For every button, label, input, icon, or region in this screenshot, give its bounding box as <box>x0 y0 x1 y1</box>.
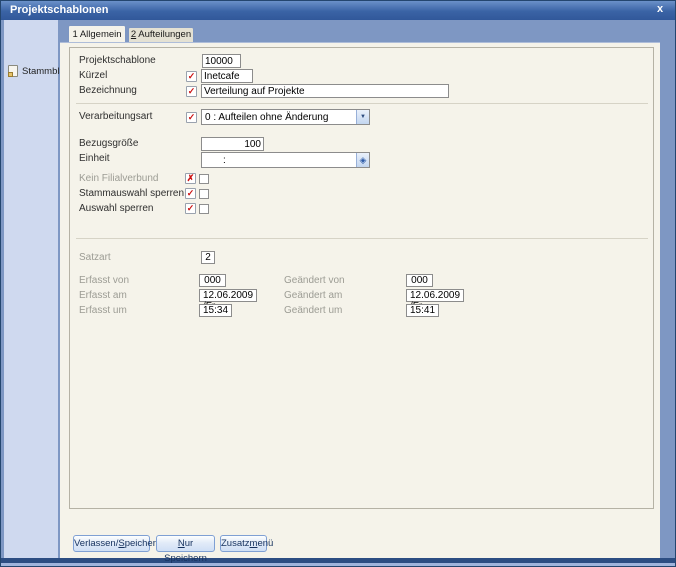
bezugsgroesse-input[interactable] <box>201 137 264 151</box>
nur-speichern-button[interactable]: Nur Speichern <box>156 535 215 564</box>
zusatzmenue-button[interactable]: Zusatzmenü <box>220 535 273 552</box>
bezeichnung-input[interactable] <box>201 84 449 98</box>
verarbeitungsart-label: Verarbeitungsart <box>79 111 153 122</box>
geaendert-am-label: Geändert am <box>284 290 343 301</box>
separator <box>76 103 648 104</box>
bezugsgroesse-label: Bezugsgröße <box>79 138 139 149</box>
titlebar[interactable]: Projektschablonen x <box>1 1 675 20</box>
projektschablone-label: Projektschablone <box>79 55 156 66</box>
einheit-value: : <box>223 155 226 166</box>
geaendert-von-value: 000 <box>406 274 433 287</box>
bottom-frame-highlight <box>1 563 675 566</box>
kuerzel-label: Kürzel <box>79 70 108 81</box>
kuerzel-edit-check-icon[interactable]: ✓ <box>186 71 197 82</box>
chevron-down-icon: ▼ <box>360 114 366 120</box>
projektschablone-input[interactable] <box>202 54 241 68</box>
erfasst-am-label: Erfasst am <box>79 290 127 301</box>
geaendert-am-value: 12.06.2009 /Fr <box>406 289 464 312</box>
geaendert-von-label: Geändert von <box>284 275 345 286</box>
tab-aufteilungen[interactable]: 2 Aufteilungen <box>128 27 194 42</box>
auswahl-sperren-label: Auswahl sperren <box>79 203 154 214</box>
lookup-diamond-icon: ◈ <box>359 155 367 165</box>
geaendert-um-label: Geändert um <box>284 305 343 316</box>
kein-filialverbund-edit-cross-icon[interactable]: ✗ <box>185 173 196 184</box>
erfasst-von-label: Erfasst von <box>79 275 130 286</box>
verarbeitungsart-value: 0 : Aufteilen ohne Änderung <box>205 112 329 123</box>
verarbeitungsart-select[interactable]: 0 : Aufteilen ohne Änderung ▼ <box>201 109 370 125</box>
einheit-lookup-button[interactable]: ◈ <box>356 153 369 167</box>
kein-filialverbund-label: Kein Filialverbund <box>79 173 159 184</box>
bezeichnung-edit-check-icon[interactable]: ✓ <box>186 86 197 97</box>
stammblatt-document-icon <box>8 65 18 77</box>
erfasst-am-value: 12.06.2009 /Fr <box>199 289 257 312</box>
stammauswahl-sperren-edit-check-icon[interactable]: ✓ <box>185 188 196 199</box>
erfasst-um-label: Erfasst um <box>79 305 127 316</box>
auswahl-sperren-edit-check-icon[interactable]: ✓ <box>185 203 196 214</box>
kein-filialverbund-checkbox[interactable] <box>199 174 209 184</box>
auswahl-sperren-checkbox[interactable] <box>199 204 209 214</box>
geaendert-um-value: 15:41 <box>406 304 439 317</box>
verarbeitungsart-dropdown-button[interactable]: ▼ <box>356 110 369 124</box>
erfasst-von-value: 000 <box>199 274 226 287</box>
erfasst-um-value: 15:34 <box>199 304 232 317</box>
bezeichnung-label: Bezeichnung <box>79 85 137 96</box>
satzart-label: Satzart <box>79 252 111 263</box>
einheit-field[interactable]: : ◈ <box>201 152 370 168</box>
tab-allgemein[interactable]: 1 Allgemein <box>68 25 126 42</box>
verlassen-speichern-button[interactable]: Verlassen/Speichern <box>73 535 161 552</box>
sidebar: Stammblatt <box>4 20 70 558</box>
stammauswahl-sperren-checkbox[interactable] <box>199 189 209 199</box>
kuerzel-input[interactable] <box>201 69 253 83</box>
window-title: Projektschablonen <box>10 4 109 16</box>
sidebar-item-stammblatt[interactable]: Stammblatt <box>7 64 70 79</box>
stammauswahl-sperren-label: Stammauswahl sperren <box>79 188 185 199</box>
separator <box>76 238 648 239</box>
projektschablonen-window: Projektschablonen x Stammblatt 1 Allgeme… <box>0 0 676 567</box>
verarbeitungsart-edit-check-icon[interactable]: ✓ <box>186 112 197 123</box>
close-icon[interactable]: x <box>653 3 667 15</box>
einheit-label: Einheit <box>79 153 110 164</box>
satzart-value: 2 <box>201 251 215 264</box>
